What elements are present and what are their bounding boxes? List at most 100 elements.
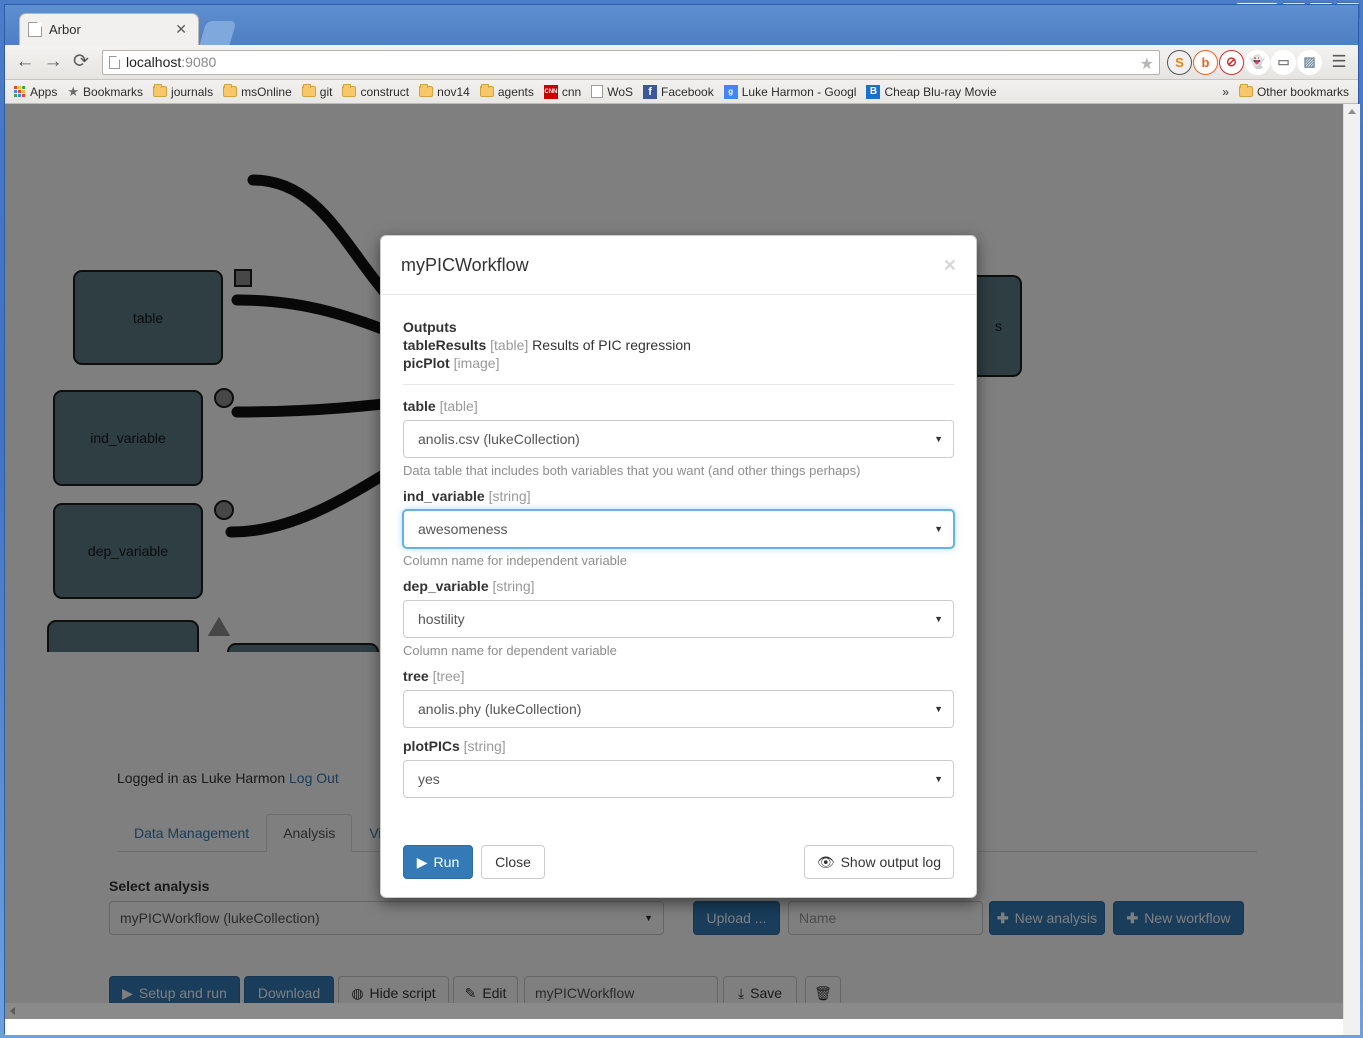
overflow-label: » (1222, 84, 1229, 99)
site-info-icon (109, 55, 120, 69)
output-type: [table] (490, 337, 529, 353)
select-plotPICs[interactable]: yes ▼ (403, 760, 954, 798)
stumbleupon-icon[interactable]: S (1167, 49, 1192, 75)
adblock-icon[interactable]: ⊘ (1219, 49, 1244, 75)
scroll-up-icon[interactable] (1348, 109, 1356, 114)
field-label-tree: tree [tree] (403, 668, 954, 684)
field-type: [string] (488, 578, 535, 594)
bookmark-msonline[interactable]: msOnline (218, 82, 297, 102)
bookmark-label: Luke Harmon - Googl (741, 84, 857, 99)
bookmark-luke-harmon-google[interactable]: g Luke Harmon - Googl (719, 82, 862, 102)
modal-header: myPICWorkflow × (381, 236, 976, 295)
field-type: [table] (435, 398, 478, 414)
outputs-divider (403, 384, 954, 385)
back-icon[interactable]: ← (12, 49, 38, 75)
chevron-down-icon: ▼ (934, 524, 943, 534)
select-value: awesomeness (418, 521, 508, 537)
chevron-down-icon: ▼ (934, 614, 943, 624)
address-bar[interactable]: localhost:9080 ★ (102, 49, 1160, 75)
bookmark-label: WoS (607, 84, 634, 99)
folder-icon (479, 84, 494, 97)
folder-icon (153, 84, 168, 97)
bookmark-bookmarks[interactable]: ★ Bookmarks (62, 82, 148, 102)
field-ind_variable: ind_variable [string] awesomeness ▼ Column … (403, 488, 954, 568)
chevron-down-icon: ▼ (934, 434, 943, 444)
select-value: anolis.csv (lukeCollection) (418, 431, 580, 447)
run-label: Run (433, 854, 460, 870)
bookmark-label: agents (497, 84, 534, 99)
workflow-modal: myPICWorkflow × Outputs tableResults [ta… (380, 235, 977, 898)
browser-tab-label: Arbor (49, 22, 81, 37)
output-row-tableresults: tableResults [table] Results of PIC regr… (403, 337, 954, 353)
select-ind_variable[interactable]: awesomeness ▼ (403, 510, 954, 548)
output-row-picplot: picPlot [image] (403, 355, 954, 371)
star-icon: ★ (67, 84, 80, 99)
show-output-log-button[interactable]: 👁 Show output log (803, 845, 954, 879)
chevron-down-icon: ▼ (934, 704, 943, 714)
bookmark-apps[interactable]: Apps (9, 82, 62, 102)
bookmarks-bar: Apps ★ Bookmarks journals msOnline git constru… (5, 80, 1358, 104)
bookmark-nov14[interactable]: nov14 (414, 82, 475, 102)
play-icon: ▶ (416, 853, 428, 870)
other-bookmarks-folder[interactable]: Other bookmarks (1234, 82, 1354, 102)
select-dep_variable[interactable]: hostility ▼ (403, 600, 954, 638)
bookmark-facebook[interactable]: f Facebook (638, 82, 719, 102)
browser-tab-arbor[interactable]: Arbor ✕ (19, 13, 199, 45)
bookmark-label: journals (171, 84, 214, 99)
bookmark-star-icon[interactable]: ★ (1140, 54, 1154, 74)
cast-icon[interactable]: ▭ (1271, 49, 1296, 75)
field-name: table (403, 398, 436, 414)
bookmarks-overflow-button[interactable]: » (1213, 82, 1234, 102)
run-button[interactable]: ▶ Run (403, 845, 473, 879)
field-name: tree (403, 668, 429, 684)
field-tree: tree [tree] anolis.phy (lukeCollection) ▼ (403, 668, 954, 728)
bitly-icon[interactable]: b (1193, 49, 1218, 75)
reload-icon[interactable]: ⟳ (68, 49, 94, 75)
output-type: [image] (453, 355, 500, 371)
bookmark-git[interactable]: git (297, 82, 338, 102)
select-tree[interactable]: anolis.phy (lukeCollection) ▼ (403, 690, 954, 728)
navigation-toolbar: ← → ⟳ localhost:9080 ★ Sb ⊘ 👻 ▭ ▨ ☰ (5, 45, 1358, 80)
bookmark-journals[interactable]: journals (148, 82, 218, 102)
folder-icon (342, 84, 357, 97)
bookmark-cnn[interactable]: CNN cnn (539, 82, 586, 102)
eye-icon: 👁 (816, 853, 835, 870)
close-button[interactable]: Close (481, 845, 545, 879)
bookmark-cheap-bluray-movie[interactable]: B Cheap Blu-ray Movie (861, 82, 1001, 102)
chevron-down-icon: ▼ (934, 774, 943, 784)
close-modal-icon[interactable]: × (944, 255, 956, 276)
horizontal-scrollbar[interactable] (5, 1003, 1343, 1019)
bookmark-wos[interactable]: WoS (586, 82, 638, 102)
bookmark-agents[interactable]: agents (475, 82, 539, 102)
field-help-table: Data table that includes both variables … (403, 463, 861, 478)
os-window: Luke — ▢ ✕ Arbor ✕ ← → ⟳ localhost:9080 … (0, 0, 1363, 1038)
outputs-heading: Outputs (403, 319, 457, 335)
new-tab-button[interactable] (199, 21, 237, 45)
scroll-left-icon[interactable] (10, 1007, 15, 1015)
bookmark-label: construct (360, 84, 410, 99)
apps-grid-icon (14, 85, 26, 98)
bookmark-label: Cheap Blu-ray Movie (884, 84, 997, 99)
close-tab-icon[interactable]: ✕ (172, 21, 190, 38)
ghostery-icon[interactable]: 👻 (1245, 49, 1270, 75)
field-name: dep_variable (403, 578, 489, 594)
forward-icon[interactable]: → (40, 49, 66, 75)
field-label-ind_variable: ind_variable [string] (403, 488, 954, 504)
field-help-ind_variable: Column name for independent variable (403, 553, 628, 568)
scrollbar-corner (1343, 1019, 1360, 1035)
bookmark-label: msOnline (241, 84, 292, 99)
select-table[interactable]: anolis.csv (lukeCollection) ▼ (403, 420, 954, 458)
field-label-dep_variable: dep_variable [string] (403, 578, 954, 594)
field-type: [string] (459, 738, 506, 754)
field-table: table [table] anolis.csv (lukeCollection)… (403, 398, 954, 478)
privacy-badger-icon[interactable]: ▨ (1297, 49, 1322, 75)
page-viewport: table ind_variable dep_variable tree (5, 104, 1360, 1035)
bookmark-construct[interactable]: construct (337, 82, 414, 102)
bookmarks-overflow-area: » Other bookmarks (1213, 82, 1354, 102)
vertical-scrollbar[interactable] (1343, 104, 1360, 1019)
facebook-icon: f (643, 84, 658, 99)
field-type: [tree] (428, 668, 465, 684)
chrome-menu-icon[interactable]: ☰ (1327, 52, 1351, 72)
page-content: table ind_variable dep_variable tree (5, 104, 1343, 1019)
output-name: tableResults (403, 337, 487, 353)
